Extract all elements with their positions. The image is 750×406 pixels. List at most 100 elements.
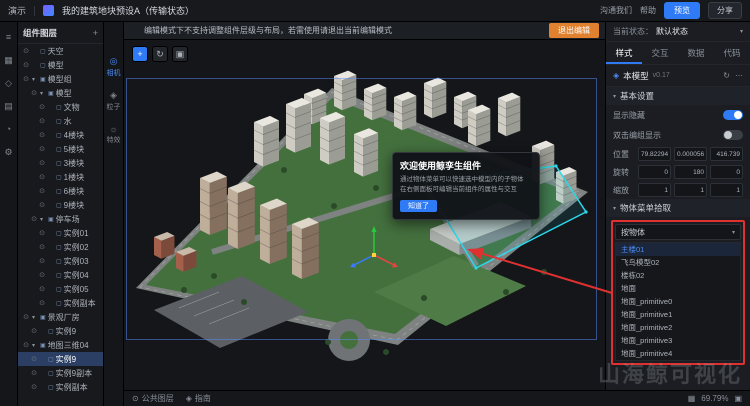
位置-y-input[interactable]	[674, 147, 707, 161]
layer-tree-item[interactable]: ⊙▢实例副本	[18, 296, 103, 310]
layer-tree-item[interactable]: ⊙▢4楼块	[18, 128, 103, 142]
zoom-level[interactable]: 69.79%	[701, 394, 728, 403]
layer-tree-item[interactable]: ⊙▢实例9	[18, 352, 103, 366]
tab-代码[interactable]: 代码	[714, 42, 750, 64]
more-icon[interactable]: ⋯	[735, 71, 743, 80]
旋转-y-input[interactable]	[674, 165, 707, 179]
visibility-eye-icon[interactable]: ⊙	[30, 89, 38, 97]
compass-control[interactable]: ◈ 指南	[186, 393, 211, 404]
layer-tree-item[interactable]: ⊙▢模型	[18, 58, 103, 72]
layer-tree-item[interactable]: ⊙▢实例副本	[18, 380, 103, 394]
tab-交互[interactable]: 交互	[642, 42, 678, 64]
scene-icon[interactable]: ▦	[2, 53, 16, 67]
visibility-eye-icon[interactable]: ⊙	[38, 187, 46, 195]
visibility-eye-icon[interactable]: ⊙	[22, 61, 30, 69]
缩放-z-input[interactable]	[710, 183, 743, 197]
layer-tree-item[interactable]: ⊙▢1楼块	[18, 170, 103, 184]
visibility-eye-icon[interactable]: ⊙	[30, 355, 38, 363]
位置-x-input[interactable]	[638, 147, 671, 161]
shared-layer-toggle[interactable]: ⊙ 公共图层	[132, 393, 174, 404]
visibility-eye-icon[interactable]: ⊙	[38, 229, 46, 237]
add-layer-icon[interactable]: +	[93, 28, 98, 38]
share-button[interactable]: 分享	[708, 2, 742, 19]
pick-list-item[interactable]: 地面_primitive2	[616, 321, 740, 334]
visibility-eye-icon[interactable]: ⊙	[38, 299, 46, 307]
rotate-tool[interactable]: ↻	[152, 46, 168, 62]
visibility-eye-icon[interactable]: ⊙	[38, 201, 46, 209]
layer-tree-item[interactable]: ⊙▢水	[18, 114, 103, 128]
layer-tree-item[interactable]: ⊙▢文物	[18, 100, 103, 114]
tooltip-ok-button[interactable]: 知道了	[400, 200, 437, 212]
caret-down-icon[interactable]: ▾	[32, 314, 38, 321]
visibility-eye-icon[interactable]: ⊙	[30, 327, 38, 335]
toggle-显示隐藏[interactable]	[723, 110, 743, 120]
side-tab-particle[interactable]: ◈粒子	[107, 90, 121, 112]
layer-tree-item[interactable]: ⊙▢3楼块	[18, 156, 103, 170]
layer-tree-item[interactable]: ⊙▾▣地图三维04	[18, 338, 103, 352]
visibility-eye-icon[interactable]: ⊙	[38, 117, 46, 125]
visibility-eye-icon[interactable]: ⊙	[30, 383, 38, 391]
frame-tool[interactable]: ▣	[172, 46, 188, 62]
layer-tree-item[interactable]: ⊙▢实例9副本	[18, 366, 103, 380]
visibility-eye-icon[interactable]: ⊙	[38, 285, 46, 293]
旋转-z-input[interactable]	[710, 165, 743, 179]
grid-icon[interactable]: ▦	[688, 394, 696, 403]
pick-list-item[interactable]: 地面_primitive4	[616, 347, 740, 360]
model-icon[interactable]: ◇	[2, 76, 16, 90]
caret-down-icon[interactable]: ▾	[40, 90, 46, 97]
layer-tree-item[interactable]: ⊙▢9楼块	[18, 198, 103, 212]
visibility-eye-icon[interactable]: ⊙	[38, 173, 46, 181]
move-tool[interactable]: +	[132, 46, 148, 62]
tab-数据[interactable]: 数据	[678, 42, 714, 64]
side-tab-camera[interactable]: ◎相机	[107, 56, 121, 78]
layer-tree-item[interactable]: ⊙▢天空	[18, 44, 103, 58]
pick-list-item[interactable]: 地面_primitive3	[616, 334, 740, 347]
caret-down-icon[interactable]: ▾	[32, 342, 38, 349]
demo-menu[interactable]: 演示	[8, 4, 26, 17]
pick-list-item[interactable]: 地面_primitive1	[616, 308, 740, 321]
pick-mode-select[interactable]: 按物体 ▾	[615, 224, 741, 240]
layer-tree-item[interactable]: ⊙▢实例03	[18, 254, 103, 268]
visibility-eye-icon[interactable]: ⊙	[30, 215, 38, 223]
settings-icon[interactable]: ⚙	[2, 145, 16, 159]
layer-tree-item[interactable]: ⊙▾▣景观厂房	[18, 310, 103, 324]
tab-样式[interactable]: 样式	[606, 42, 642, 64]
pick-list-item[interactable]: 楼栋02	[616, 269, 740, 282]
pick-list-item[interactable]: 地面	[616, 282, 740, 295]
menu-icon[interactable]: ≡	[2, 30, 16, 44]
visibility-eye-icon[interactable]: ⊙	[22, 313, 30, 321]
visibility-eye-icon[interactable]: ⊙	[38, 159, 46, 167]
visibility-eye-icon[interactable]: ⊙	[38, 271, 46, 279]
visibility-eye-icon[interactable]: ⊙	[38, 103, 46, 111]
缩放-y-input[interactable]	[674, 183, 707, 197]
chevron-down-icon[interactable]: ▾	[740, 28, 743, 35]
layer-tree-item[interactable]: ⊙▢5楼块	[18, 142, 103, 156]
visibility-eye-icon[interactable]: ⊙	[38, 145, 46, 153]
contact-link[interactable]: 沟通我们	[600, 5, 632, 16]
basic-settings-header[interactable]: ▾ 基本设置	[606, 87, 750, 105]
help-link[interactable]: 帮助	[640, 5, 656, 16]
layer-tree-item[interactable]: ⊙▾▣模型组	[18, 72, 103, 86]
pick-list-item[interactable]: 主楼01	[616, 243, 740, 256]
layer-tree-item[interactable]: ⊙▢实例05	[18, 282, 103, 296]
asset-icon[interactable]: ▤	[2, 99, 16, 113]
pick-section-header[interactable]: ▾ 物体菜单拾取	[606, 199, 750, 217]
pick-list-item[interactable]: 地面_primitive0	[616, 295, 740, 308]
chart-icon[interactable]: ◔	[2, 122, 16, 136]
refresh-icon[interactable]: ↻	[723, 71, 730, 80]
layer-tree-item[interactable]: ⊙▢6楼块	[18, 184, 103, 198]
preview-button[interactable]: 预览	[664, 2, 700, 19]
layer-tree-item[interactable]: ⊙▢实例9	[18, 324, 103, 338]
layer-tree-item[interactable]: ⊙▢实例02	[18, 240, 103, 254]
pick-list-item[interactable]: 飞鸟模型02	[616, 256, 740, 269]
visibility-eye-icon[interactable]: ⊙	[38, 131, 46, 139]
layer-tree-item[interactable]: ⊙▢实例01	[18, 226, 103, 240]
旋转-x-input[interactable]	[638, 165, 671, 179]
exit-edit-button[interactable]: 退出编辑	[549, 23, 599, 38]
viewport-3d[interactable]: +↻▣ 欢迎使用鲸孪生组件 通过物体菜单可以快速选中模型内的子物体在右侧面板可编…	[124, 40, 605, 390]
visibility-eye-icon[interactable]: ⊙	[22, 75, 30, 83]
toggle-双击编组显示[interactable]	[723, 130, 743, 140]
fit-view-icon[interactable]: ▣	[734, 394, 742, 403]
visibility-eye-icon[interactable]: ⊙	[38, 243, 46, 251]
visibility-eye-icon[interactable]: ⊙	[22, 341, 30, 349]
